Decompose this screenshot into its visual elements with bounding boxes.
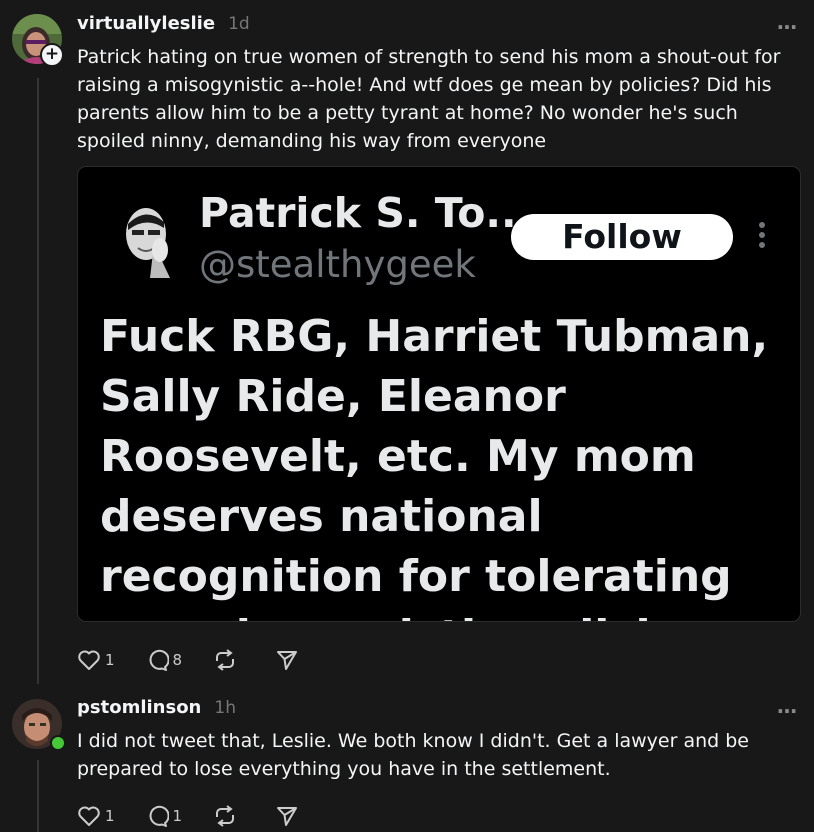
username[interactable]: virtuallyleslie (77, 13, 215, 34)
tweet-author-name: Patrick S. To... (199, 189, 533, 237)
reply-count: 1 (172, 807, 183, 825)
tweet-follow-button: Follow (511, 214, 733, 260)
post-text: I did not tweet that, Leslie. We both kn… (77, 730, 749, 780)
embedded-tweet-image[interactable]: Patrick S. To... @stealthygeek Follow Fu… (77, 166, 801, 622)
repost-icon (216, 649, 235, 671)
username[interactable]: pstomlinson (77, 697, 201, 718)
comment-icon (149, 649, 169, 671)
timestamp[interactable]: 1d (228, 14, 250, 34)
timestamp[interactable]: 1h (214, 698, 236, 718)
tweet-avatar (120, 204, 176, 278)
share-button[interactable] (276, 649, 298, 671)
more-options-icon[interactable]: … (777, 10, 797, 34)
follow-plus-icon[interactable]: + (40, 43, 64, 67)
share-icon (277, 807, 298, 826)
heart-icon (78, 806, 100, 826)
share-icon (277, 651, 298, 670)
post-actions: 1 1 (77, 804, 298, 828)
tweet-author-handle: @stealthygeek (199, 243, 476, 286)
reply-button[interactable]: 1 (145, 805, 183, 827)
like-count: 1 (105, 651, 115, 669)
post-header: pstomlinson 1h (77, 697, 236, 718)
like-button[interactable]: 1 (77, 649, 115, 671)
like-button[interactable]: 1 (77, 805, 115, 827)
repost-button[interactable] (212, 648, 238, 672)
like-count: 1 (105, 807, 115, 825)
comment-icon (149, 805, 169, 827)
thread-line (37, 760, 39, 832)
heart-icon (78, 650, 100, 670)
post-header: virtuallyleslie 1d (77, 13, 250, 34)
post-text: Patrick hating on true women of strength… (77, 46, 781, 152)
reply-button[interactable]: 8 (145, 649, 183, 671)
online-status-indicator (50, 735, 66, 751)
more-options-icon[interactable]: … (777, 694, 797, 718)
share-button[interactable] (276, 805, 298, 827)
tweet-text: Fuck RBG, Harriet Tubman, Sally Ride, El… (100, 311, 769, 621)
repost-icon (216, 805, 235, 827)
repost-button[interactable] (212, 804, 238, 828)
reply-count: 8 (172, 651, 183, 669)
post-actions: 1 8 (77, 648, 298, 672)
tweet-more-icon (759, 222, 765, 248)
thread-line (37, 78, 39, 684)
